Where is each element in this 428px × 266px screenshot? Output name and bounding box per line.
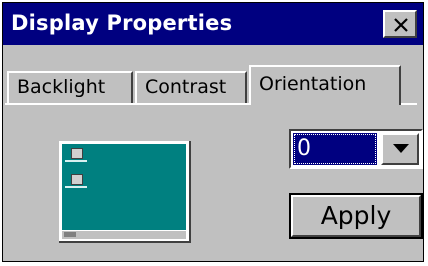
my-device-icon (71, 174, 83, 185)
close-icon (394, 18, 408, 32)
tab-backlight[interactable]: Backlight (7, 71, 133, 103)
title-bar[interactable]: Display Properties (3, 3, 423, 45)
orientation-select[interactable]: 0 (289, 129, 423, 169)
tab-label: Backlight (17, 76, 106, 98)
tab-contrast[interactable]: Contrast (135, 71, 247, 103)
desktop-preview (62, 144, 186, 234)
orientation-select-value[interactable]: 0 (293, 133, 377, 165)
tab-strip: Backlight Contrast Orientation (3, 63, 423, 105)
tab-orientation[interactable]: Orientation (249, 65, 401, 105)
dropdown-button[interactable] (381, 133, 419, 165)
screen-preview (59, 141, 191, 243)
close-button[interactable] (383, 10, 417, 38)
preview-taskbar (62, 230, 186, 239)
window-title: Display Properties (11, 11, 233, 35)
desktop-icon-label (65, 160, 87, 162)
chevron-down-icon (393, 144, 409, 153)
start-button-icon (64, 232, 76, 237)
apply-button[interactable]: Apply (289, 193, 423, 239)
display-properties-dialog: Display Properties Backlight Contrast Or… (2, 2, 424, 262)
tab-label: Contrast (145, 76, 227, 98)
orientation-panel: 0 Apply (5, 103, 423, 253)
desktop-icon-label (65, 186, 87, 188)
apply-button-label: Apply (291, 195, 421, 237)
recycle-bin-icon (71, 148, 83, 159)
tab-label: Orientation (259, 73, 367, 95)
